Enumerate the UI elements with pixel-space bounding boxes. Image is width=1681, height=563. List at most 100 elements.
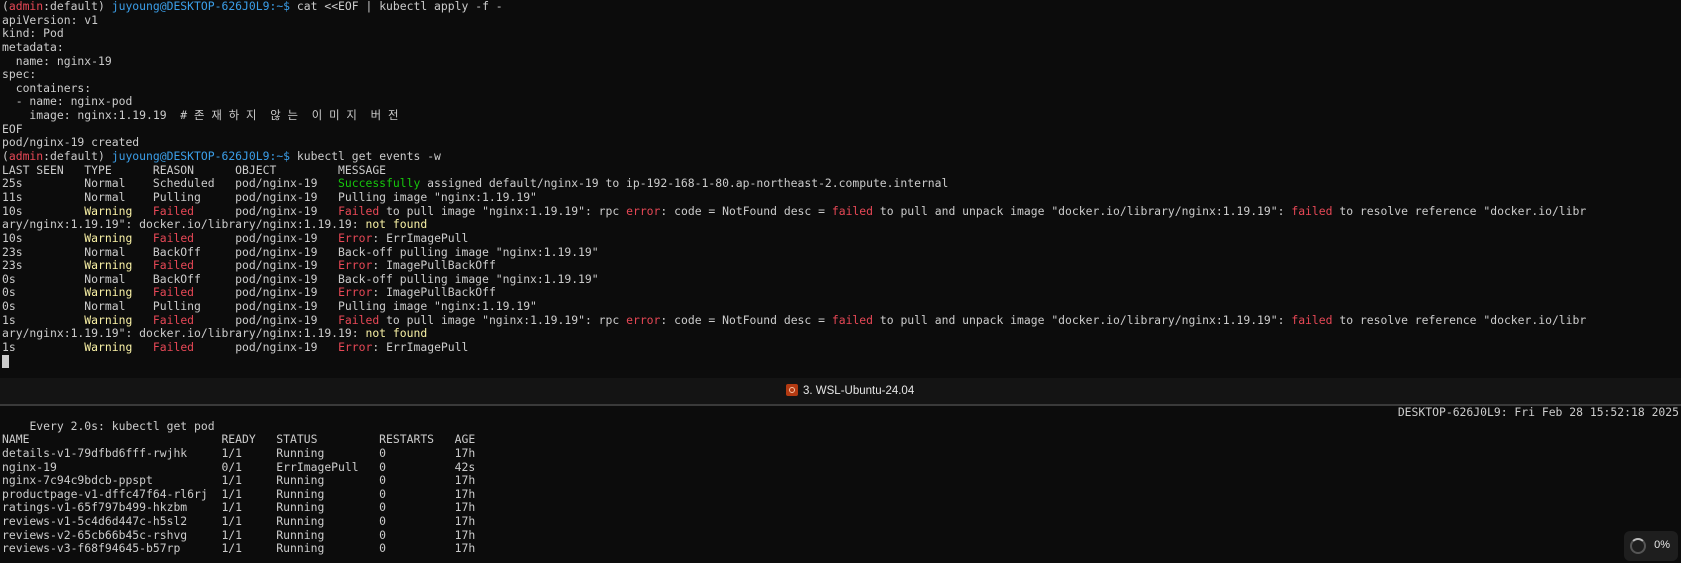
terminal-lines: (admin:default) juyoung@DESKTOP-626J0L9:… (0, 0, 1681, 355)
pane-divider: 3. WSL-Ubuntu-24.04 (0, 378, 1681, 406)
terminal-line: (admin:default) juyoung@DESKTOP-626J0L9:… (0, 0, 1681, 14)
watch-pane[interactable]: Every 2.0s: kubectl get pod DESKTOP-626J… (0, 406, 1681, 563)
terminal-line: kind: Pod (0, 26, 1681, 41)
terminal-text-segment: assigned default/nginx-19 to ip-192-168-… (420, 176, 949, 191)
terminal-text-segment: pod/nginx-19 (194, 258, 339, 273)
terminal-line: 1s Warning Failed pod/nginx-19 Failed to… (0, 312, 1681, 328)
terminal-text-segment: : code = NotFound desc = (660, 203, 832, 218)
terminal-text-segment: 0s Normal BackOff pod/nginx-19 Back-off … (2, 271, 599, 286)
terminal-text-segment: kind: Pod (2, 26, 64, 41)
terminal-line: 0s Normal BackOff pod/nginx-19 Back-off … (0, 271, 1681, 287)
terminal-text-segment: 10s (2, 203, 85, 218)
terminal-line: 1s Warning Failed pod/nginx-19 Error: Er… (0, 340, 1681, 355)
terminal-text-segment: Failed (152, 203, 195, 218)
terminal-text-segment: :default) (43, 149, 112, 164)
terminal-text-segment: Warning (84, 203, 133, 218)
table-row: nginx-7c94c9bdcb-ppspt 1/1 Running 0 17h (2, 473, 476, 488)
terminal-text-segment: EOF (2, 121, 23, 136)
terminal-text-segment: not found (365, 217, 428, 232)
terminal-text-segment: ary/nginx:1.19.19": docker.io/library/ng… (2, 326, 366, 341)
terminal-text-segment: not found (365, 326, 428, 341)
table-row: productpage-v1-dffc47f64-rl6rj 1/1 Runni… (2, 486, 476, 501)
terminal-text-segment: : ErrImagePull (372, 230, 469, 245)
table-row: reviews-v3-f68f94645-b57rp 1/1 Running 0… (2, 541, 476, 556)
progress-label: 0% (1654, 539, 1670, 551)
terminal-text-segment: error (626, 203, 661, 218)
watch-header: Every 2.0s: kubectl get pod DESKTOP-626J… (0, 406, 1681, 432)
terminal-text-segment: error (626, 312, 661, 327)
terminal-text-segment: admin (8, 149, 44, 164)
terminal-line: image: nginx:1.19.19 # 존 재 하 지 않 는 이 미 지… (0, 108, 1681, 123)
terminal-text-segment: 1s (2, 340, 85, 355)
terminal-text-segment: metadata: (2, 39, 64, 54)
terminal-text-segment: 11s Normal Pulling pod/nginx-19 Pulling … (2, 189, 537, 204)
terminal-text-segment: kubectl get events -w (290, 149, 441, 164)
terminal-text-segment: - name: nginx-pod (2, 94, 133, 109)
terminal-text-segment: 23s (2, 258, 85, 273)
terminal-text-segment: pod/nginx-19 (194, 312, 339, 327)
terminal-text-segment: : code = NotFound desc = (660, 312, 832, 327)
terminal-text-segment: apiVersion: v1 (2, 12, 99, 27)
terminal-text-segment: to pull image "nginx:1.19.19": rpc (379, 203, 627, 218)
terminal-line: ary/nginx:1.19.19": docker.io/library/ng… (0, 217, 1681, 232)
terminal-line: 23s Warning Failed pod/nginx-19 Error: I… (0, 258, 1681, 273)
terminal-text-segment: ( (2, 149, 9, 164)
terminal-text-segment: to pull and unpack image "docker.io/libr… (873, 203, 1292, 218)
terminal-text-segment: Warning (84, 312, 133, 327)
table-row: reviews-v2-65cb66b45c-rshvg 1/1 Running … (2, 527, 476, 542)
table-row: nginx-19 0/1 ErrImagePull 0 42s (2, 459, 476, 474)
terminal-output-pane[interactable]: (admin:default) juyoung@DESKTOP-626J0L9:… (0, 0, 1681, 378)
terminal-text-segment: :default) (43, 0, 112, 13)
terminal-text-segment: 10s (2, 230, 85, 245)
terminal-text-segment: admin (8, 0, 44, 13)
terminal-text-segment: Warning (84, 340, 133, 355)
terminal-text-segment: failed (831, 203, 874, 218)
terminal-text-segment: pod/nginx-19 created (2, 135, 140, 150)
terminal-text-segment: spec: (2, 67, 37, 82)
terminal-text-segment: 1s (2, 312, 85, 327)
terminal-line: 0s Normal Pulling pod/nginx-19 Pulling i… (0, 299, 1681, 314)
terminal-text-segment: pod/nginx-19 (194, 285, 339, 300)
terminal-line: containers: (0, 80, 1681, 96)
terminal-text-segment: to pull image "nginx:1.19.19": rpc (379, 312, 627, 327)
terminal-text-segment: Error (338, 230, 373, 245)
table-row: ratings-v1-65f797b499-hkzbm 1/1 Running … (2, 500, 476, 515)
terminal-line: metadata: (0, 39, 1681, 55)
terminal-text-segment: Warning (84, 285, 133, 300)
terminal-text-segment: name: nginx-19 (2, 53, 112, 68)
terminal-text-segment: juyoung@DESKTOP-626J0L9:~$ (111, 0, 291, 13)
table-row: reviews-v1-5c4d6d447c-h5sl2 1/1 Running … (2, 514, 476, 529)
terminal-line: apiVersion: v1 (0, 12, 1681, 28)
terminal-cursor (2, 354, 9, 368)
terminal-text-segment: Error (338, 258, 373, 273)
terminal-text-segment: pod/nginx-19 (194, 230, 339, 245)
terminal-line: 23s Normal BackOff pod/nginx-19 Back-off… (0, 244, 1681, 260)
terminal-line: spec: (0, 67, 1681, 82)
terminal-text-segment: Warning (84, 230, 133, 245)
terminal-text-segment: Failed (152, 285, 195, 300)
terminal-text-segment: Error (338, 285, 373, 300)
terminal-text-segment: : ImagePullBackOff (372, 285, 496, 300)
terminal-text-segment: containers: (2, 80, 92, 95)
terminal-text-segment: cat <<EOF | kubectl apply -f - (290, 0, 503, 13)
terminal-text-segment: 25s Normal Scheduled pod/nginx-19 (2, 176, 339, 191)
terminal-line: name: nginx-19 (0, 53, 1681, 69)
spinner-icon (1630, 538, 1646, 554)
terminal-line: 10s Warning Failed pod/nginx-19 Failed t… (0, 203, 1681, 219)
terminal-text-segment: Successfully (338, 176, 421, 191)
terminal-text-segment: ary/nginx:1.19.19": docker.io/library/ng… (2, 217, 366, 232)
pane-title[interactable]: 3. WSL-Ubuntu-24.04 (786, 384, 914, 398)
terminal-text-segment: image: nginx:1.19.19 # 존 재 하 지 않 는 이 미 지… (2, 108, 399, 123)
terminal-line: 25s Normal Scheduled pod/nginx-19 Succes… (0, 177, 1681, 191)
terminal-text-segment: pod/nginx-19 (194, 203, 339, 218)
terminal-text-segment: juyoung@DESKTOP-626J0L9:~$ (111, 149, 291, 164)
terminal-line: 0s Warning Failed pod/nginx-19 Error: Im… (0, 286, 1681, 300)
terminal-text-segment: 23s Normal BackOff pod/nginx-19 Back-off… (2, 244, 599, 259)
terminal-text-segment: Failed (152, 230, 195, 245)
terminal-line: pod/nginx-19 created (0, 136, 1681, 150)
progress-indicator[interactable]: 0% (1624, 531, 1678, 561)
terminal-line: LAST SEEN TYPE REASON OBJECT MESSAGE (0, 163, 1681, 178)
